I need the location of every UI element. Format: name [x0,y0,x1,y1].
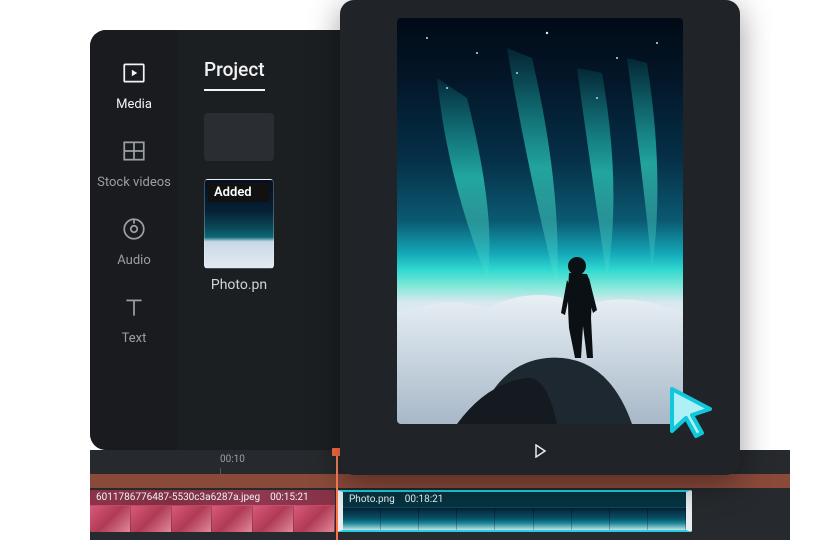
clip-duration: 00:18:21 [405,494,444,505]
sidebar-item-label: Text [122,331,147,347]
sidebar: Media Stock videos Audio Text [90,30,178,450]
clip-filename: 6011786776487-5530c3a6287a.jpeg [96,492,260,503]
clip-duration: 00:15:21 [270,492,309,503]
timeline-gap-bar [90,474,790,488]
media-thumb-empty[interactable] [204,113,274,161]
media-icon [121,60,147,91]
stock-icon [121,138,147,169]
playhead[interactable] [336,450,338,540]
sidebar-item-media[interactable]: Media [116,60,152,112]
clip-b[interactable]: Photo.png 00:18:21 [337,490,692,532]
video-track[interactable]: 6011786776487-5530c3a6287a.jpeg 00:15:21… [90,490,790,532]
audio-icon [121,216,147,247]
clip-a[interactable]: 6011786776487-5530c3a6287a.jpeg 00:15:21 [90,490,335,532]
clip-filmstrip [90,506,335,532]
aurora-scene-icon [397,18,683,424]
clip-filmstrip [343,508,686,530]
text-icon [121,295,147,326]
sidebar-item-label: Stock videos [97,175,171,191]
sidebar-item-text[interactable]: Text [121,295,147,347]
preview-pane [340,0,740,475]
play-button[interactable] [527,438,553,464]
sidebar-item-stock-videos[interactable]: Stock videos [97,138,171,190]
time-tick: 00:10 [220,454,245,465]
tab-project[interactable]: Project [204,58,265,91]
clip-filename: Photo.png [349,494,395,505]
media-thumb-photo[interactable]: Added Photo.pn [204,179,274,293]
thumb-filename: Photo.pn [211,277,267,293]
play-icon [533,444,547,458]
sidebar-item-audio[interactable]: Audio [117,216,150,268]
sidebar-item-label: Audio [117,253,150,269]
added-badge: Added [208,183,270,202]
preview-image [397,18,683,424]
sidebar-item-label: Media [116,97,152,113]
